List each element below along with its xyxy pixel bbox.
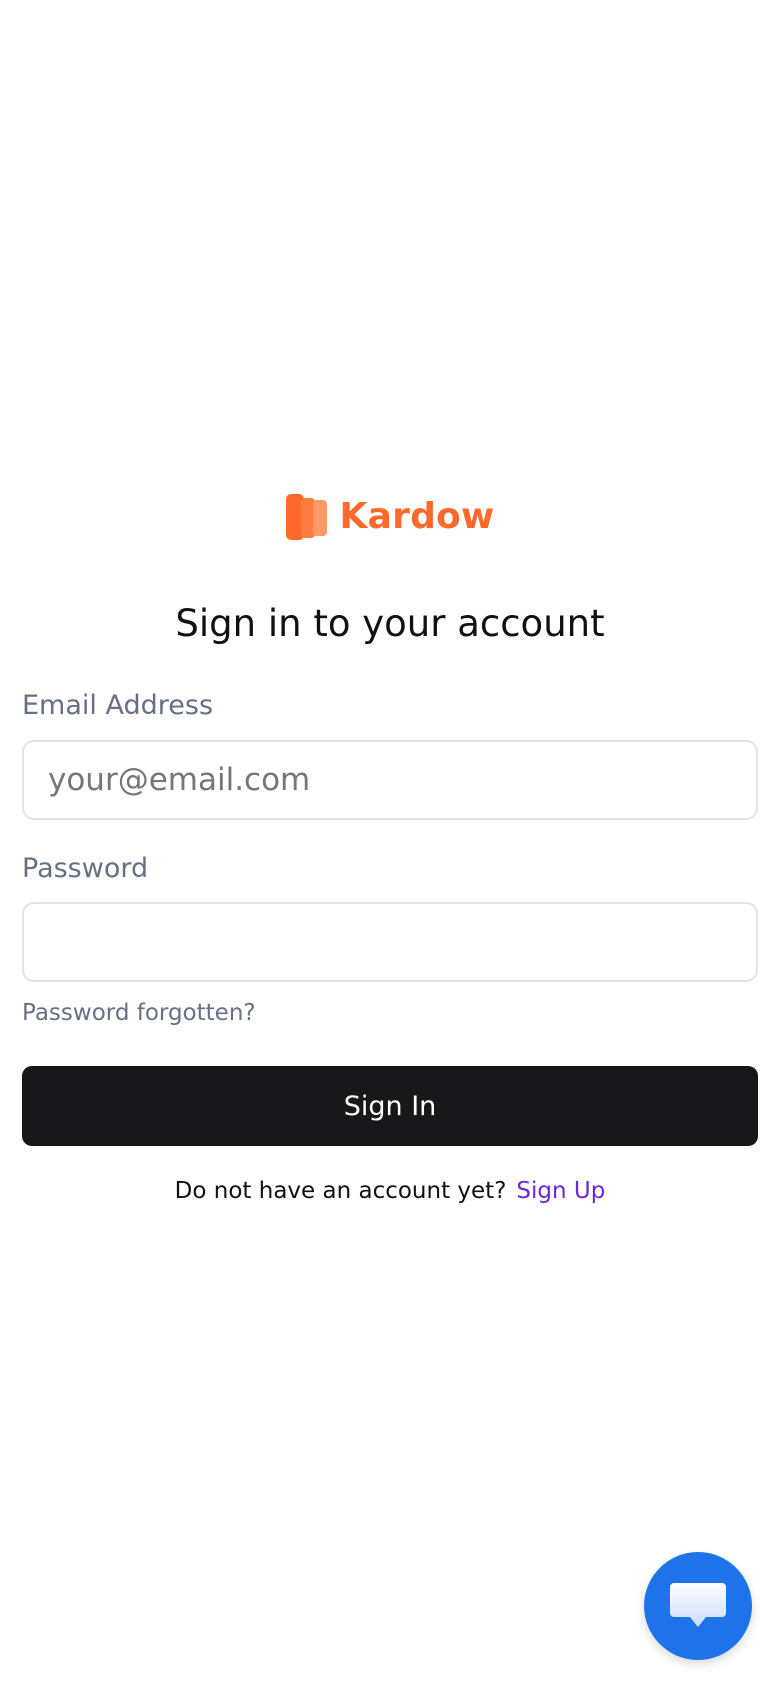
brand-header: Kardow (0, 490, 780, 542)
password-field[interactable] (22, 902, 758, 982)
signup-row: Do not have an account yet? Sign Up (0, 1178, 780, 1204)
sign-in-button[interactable]: Sign In (22, 1066, 758, 1146)
sign-up-link[interactable]: Sign Up (516, 1178, 605, 1204)
book-columns-icon (285, 494, 327, 540)
forgot-password-link[interactable]: Password forgotten? (22, 1000, 256, 1026)
email-field[interactable] (22, 740, 758, 820)
page-title: Sign in to your account (175, 602, 605, 645)
chat-bubble-icon (670, 1583, 726, 1627)
brand-name: Kardow (339, 495, 495, 537)
password-input[interactable] (48, 924, 732, 960)
chat-launcher-button[interactable] (644, 1552, 752, 1660)
email-input[interactable] (48, 762, 732, 798)
signup-prompt: Do not have an account yet? (174, 1178, 507, 1204)
password-label: Password (22, 853, 149, 884)
email-label: Email Address (22, 690, 214, 721)
